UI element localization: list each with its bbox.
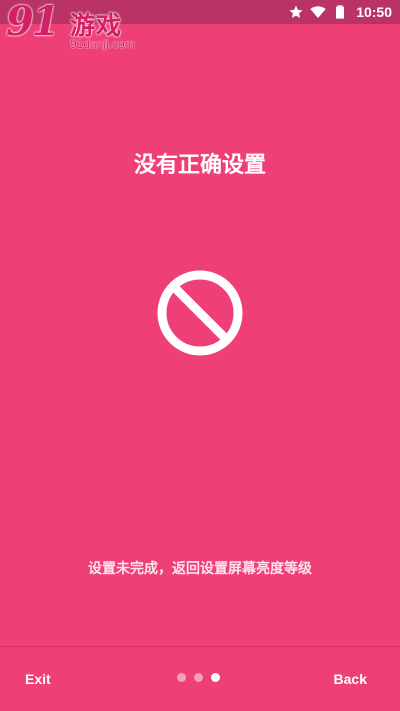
watermark-number: 91 [6, 0, 60, 45]
back-button[interactable]: Back [334, 665, 367, 693]
exit-button[interactable]: Exit [25, 665, 51, 693]
status-icons: 10:50 [288, 0, 392, 24]
star-icon [289, 5, 303, 18]
battery-icon [336, 5, 345, 19]
page-dot [177, 673, 186, 682]
page-dot-active [211, 673, 220, 682]
watermark-logo: 91 游戏 91danji.com [4, 0, 136, 54]
page-indicator [177, 673, 220, 682]
page-dot [194, 673, 203, 682]
footer-divider [0, 646, 400, 647]
setup-message: 设置未完成，返回设置屏幕亮度等级 [88, 561, 312, 577]
wifi-icon [310, 6, 326, 18]
watermark-url: 91danji.com [70, 37, 135, 51]
status-time: 10:50 [356, 4, 392, 20]
page-title: 没有正确设置 [133, 153, 266, 178]
prohibited-icon [157, 270, 243, 356]
